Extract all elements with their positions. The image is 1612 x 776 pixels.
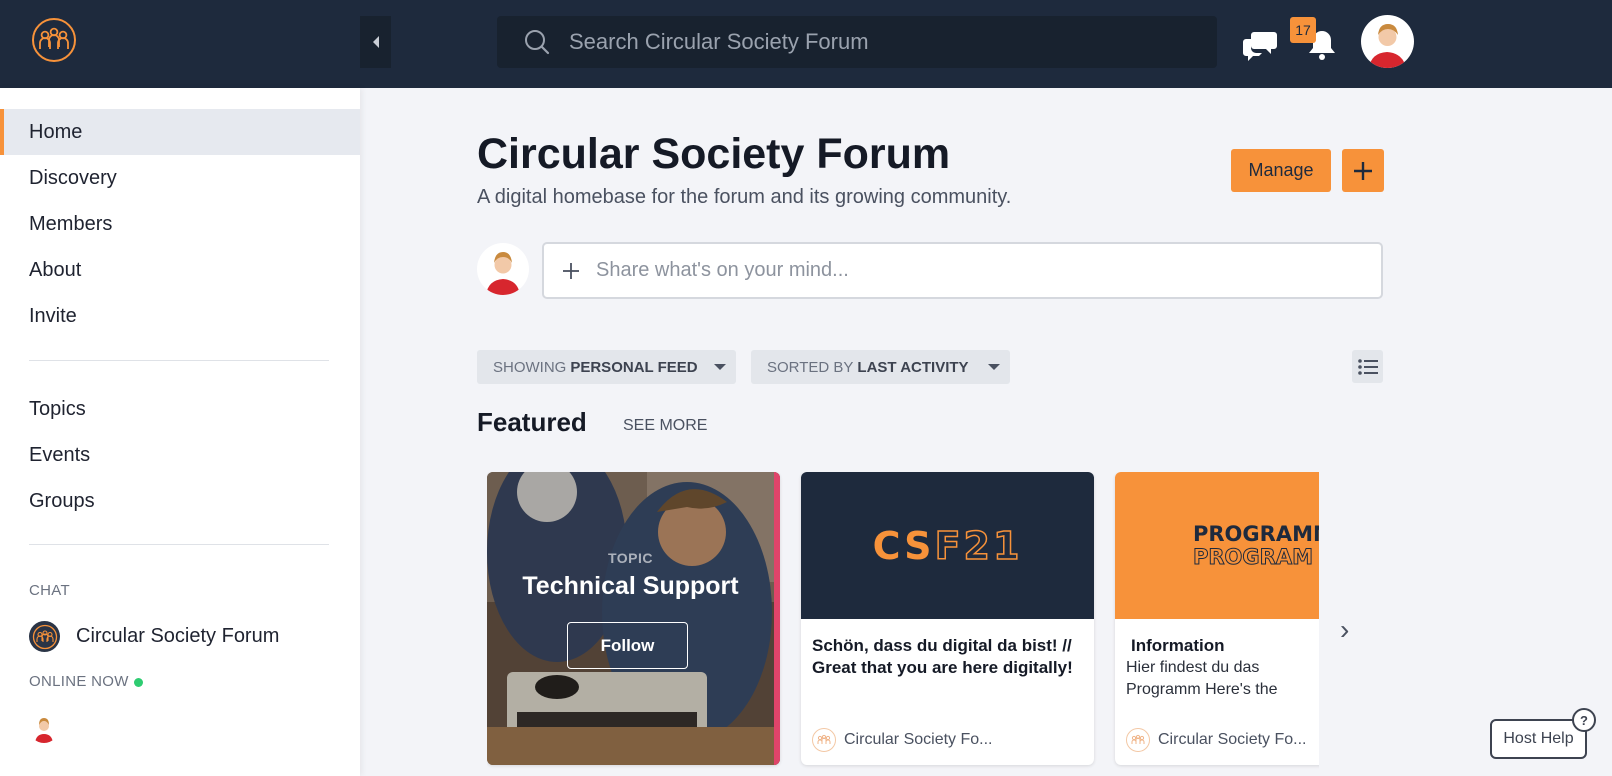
card-footer: Circular Society Fo... [1126,728,1306,752]
banner-line-1: PROGRAMM [1193,521,1319,546]
banner-text-outline: F21 [934,523,1023,569]
card-title: Schön, dass du digital da bist! // Great… [812,636,1073,677]
banner-text-solid: CS [872,523,935,568]
search-placeholder[interactable]: Search Circular Society Forum [569,29,869,55]
chevron-down-icon [988,364,1000,370]
sidebar-item-topics[interactable]: Topics [0,386,360,432]
featured-heading: Featured [477,407,587,437]
featured-card-post[interactable]: CS F21 Schön, dass du digital da bist! //… [801,472,1094,765]
online-now-label: ONLINE NOW [29,673,143,690]
composer-placeholder[interactable]: Share what's on your mind... [596,259,849,282]
chevron-down-icon [714,364,726,370]
post-composer[interactable]: Share what's on your mind... [542,242,1383,299]
sort-prefix: SORTED BY [767,358,854,376]
sidebar-collapse-button[interactable] [360,16,391,68]
online-user-avatar[interactable] [29,713,59,743]
collapse-left-icon [372,36,379,48]
banner-line-2: PROGRAM [1193,544,1314,569]
sidebar-item-discovery[interactable]: Discovery [0,155,360,201]
sidebar-divider [29,544,329,545]
host-help-button[interactable]: Host Help ? [1490,708,1596,759]
manage-button[interactable]: Manage [1231,149,1331,192]
chat-channel-label[interactable]: Circular Society Forum [76,625,279,648]
search-bar[interactable]: Search Circular Society Forum [497,16,1217,68]
sidebar-item-members[interactable]: Members [0,201,360,247]
card-title: Information [1131,636,1225,655]
top-bar: Search Circular Society Forum 17 [0,0,1612,88]
feed-filter-dropdown[interactable]: SHOWING PERSONAL FEED [477,350,736,384]
card-footer: Circular Society Fo... [812,728,992,752]
sidebar-item-groups[interactable]: Groups [0,478,360,524]
featured-card-information[interactable]: PROGRAMM PROGRAM Information Hier findes… [1115,472,1319,765]
online-now-text: ONLINE NOW [29,673,129,690]
card-topic-name: Technical Support [522,572,739,600]
featured-carousel: TOPIC Technical Support Follow CS F21 Sch… [487,472,1319,776]
add-button[interactable] [1342,149,1384,192]
online-status-dot [133,677,143,687]
card-accent-edge [774,472,780,765]
community-logo-icon [812,728,836,752]
list-view-button[interactable] [1352,350,1383,383]
card-kind-label: TOPIC [607,550,654,566]
chat-bubbles-icon[interactable] [1240,24,1280,64]
page-subtitle: A digital homebase for the forum and its… [477,186,1012,208]
chat-section-label: CHAT [29,582,70,599]
featured-card-topic[interactable]: TOPIC Technical Support Follow [487,472,780,765]
card-excerpt: Hier findest du das Programm Here's the … [1126,659,1278,698]
host-help-label: Host Help [1503,730,1574,747]
carousel-next-arrow-icon[interactable]: › [1340,614,1349,646]
chat-channel-item[interactable]: Circular Society Forum [29,621,279,652]
composer-avatar [477,243,529,295]
filter-value: PERSONAL FEED [570,358,698,376]
plus-icon [1354,161,1372,180]
notification-badge[interactable]: 17 [1290,17,1316,43]
sidebar-item-home[interactable]: Home [0,109,360,155]
sort-value: LAST ACTIVITY [857,358,969,376]
card-community-name: Circular Society Fo... [1158,731,1307,748]
sort-dropdown[interactable]: SORTED BY LAST ACTIVITY [751,350,1010,384]
sidebar-divider [29,360,329,361]
page-title: Circular Society Forum [477,130,951,178]
follow-button[interactable]: Follow [567,622,688,669]
sidebar-item-events[interactable]: Events [0,432,360,478]
sidebar-item-about[interactable]: About [0,247,360,293]
community-logo-icon [29,621,60,652]
filter-prefix: SHOWING [493,358,567,376]
see-more-link[interactable]: SEE MORE [623,417,707,435]
sidebar: Home Discovery Members About Invite Topi… [0,88,360,776]
question-mark-icon: ? [1572,708,1596,732]
card-banner: PROGRAMM PROGRAM [1115,472,1319,619]
card-banner: CS F21 [801,472,1094,619]
card-community-name: Circular Society Fo... [844,731,993,748]
list-view-icon [1357,358,1378,375]
card-photo [487,472,780,765]
plus-icon [563,262,579,279]
user-avatar[interactable] [1361,15,1414,68]
community-logo-icon[interactable] [30,16,78,64]
search-icon [525,30,550,55]
community-logo-icon [1126,728,1150,752]
sidebar-item-invite[interactable]: Invite [0,293,360,339]
